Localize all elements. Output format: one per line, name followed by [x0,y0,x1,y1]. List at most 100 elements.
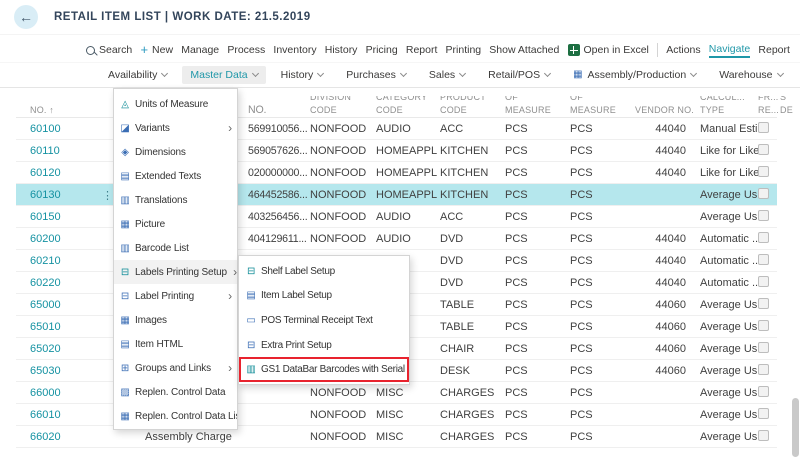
new-button[interactable]: + New [140,44,173,56]
item-no-link[interactable]: 66020 [30,431,61,443]
ribbon-menu-button[interactable]: Master Data [182,66,265,84]
row-checkbox[interactable] [758,342,769,353]
process-button[interactable]: Process [227,44,265,56]
item-no-link[interactable]: 65030 [30,365,61,377]
column-header-identifier-no[interactable]: NO. [248,96,310,117]
submenu-item-icon: ▤ [245,290,257,301]
show-attached-button[interactable]: Show Attached [489,44,559,56]
master-data-dropdown-menu: ◬ Units of Measure ◪ Variants › ◈ Dimens… [113,88,238,430]
row-checkbox[interactable] [758,188,769,199]
menu-item[interactable]: ▥ Barcode List [114,236,237,260]
row-checkbox[interactable] [758,166,769,177]
actions-button[interactable]: Actions [666,44,700,56]
row-handle-icon[interactable]: ⋮ [102,189,113,202]
menu-item-icon: ▤ [119,171,131,182]
row-checkbox[interactable] [758,232,769,243]
cell-identifier-no: 020000000... [248,167,310,179]
item-no-link[interactable]: 60130 [30,189,61,201]
item-no-link[interactable]: 60200 [30,233,61,245]
column-header-category-code[interactable]: CATEGORYCODE [376,96,440,117]
open-in-excel-button[interactable]: Open in Excel [568,44,649,56]
row-checkbox[interactable] [758,320,769,331]
item-no-link[interactable]: 60220 [30,277,61,289]
ribbon-menu-button[interactable]: Warehouse [711,66,790,84]
column-header-de[interactable]: SDE [780,96,800,117]
submenu-item[interactable]: ▤ Item Label Setup [239,284,409,309]
search-label: Search [99,44,132,56]
item-no-link[interactable]: 60210 [30,255,61,267]
item-no-link[interactable]: 60150 [30,211,61,223]
submenu-item-label: Extra Print Setup [261,340,403,351]
ribbon-menu-button[interactable]: Purchases [338,66,414,84]
column-header-division-code[interactable]: DIVISIONCODE [310,96,376,117]
cell-unit-of-measure-1: PCS [505,123,570,135]
column-header-unit-of-measure-2[interactable]: OFMEASURE [570,96,635,117]
item-no-link[interactable]: 65000 [30,299,61,311]
menu-item[interactable]: ⊟ Labels Printing Setup › [114,260,237,284]
submenu-item[interactable]: ▥ GS1 DataBar Barcodes with Serial Nos [239,357,409,382]
item-no-link[interactable]: 65020 [30,343,61,355]
item-no-link[interactable]: 66000 [30,387,61,399]
submenu-item[interactable]: ▭ POS Terminal Receipt Text [239,308,409,333]
row-checkbox[interactable] [758,210,769,221]
menu-item[interactable]: ◈ Dimensions [114,140,237,164]
printing-button[interactable]: Printing [446,44,482,56]
row-checkbox[interactable] [758,386,769,397]
submenu-item[interactable]: ⊟ Shelf Label Setup [239,259,409,284]
row-checkbox[interactable] [758,408,769,419]
pricing-button[interactable]: Pricing [366,44,398,56]
column-header-calculation-type[interactable]: CALCUL...TYPE [700,96,758,117]
menu-item[interactable]: ▤ Item HTML [114,332,237,356]
ribbon-menu-button[interactable]: Retail/POS [480,66,558,84]
menu-item[interactable]: ▨ Replen. Control Data [114,380,237,404]
back-button[interactable]: ← [14,5,38,29]
row-checkbox[interactable] [758,364,769,375]
history-button[interactable]: History [325,44,358,56]
menu-item[interactable]: ◪ Variants › [114,116,237,140]
ribbon-menu-button[interactable]: Availability [100,66,175,84]
cell-division-code: NONFOOD [310,123,376,135]
column-header-vendor-no[interactable]: VENDOR NO. [635,96,700,117]
search-button[interactable]: Search [86,44,132,56]
cell-vendor-no: 44060 [635,321,700,333]
menu-item[interactable]: ▦ Picture [114,212,237,236]
menu-item[interactable]: ▦ Replen. Control Data List [114,404,237,428]
column-header-fr[interactable]: FR...RE... [758,96,780,117]
item-no-link[interactable]: 60100 [30,123,61,135]
submenu-item[interactable]: ⊟ Extra Print Setup [239,333,409,358]
manage-button[interactable]: Manage [181,44,219,56]
row-checkbox[interactable] [758,144,769,155]
item-no-link[interactable]: 65010 [30,321,61,333]
column-header-product-code[interactable]: PRODUCTCODE [440,96,505,117]
navigate-tab[interactable]: Navigate [709,43,750,58]
item-no-link[interactable]: 66010 [30,409,61,421]
ribbon-menu-button[interactable]: History [273,66,332,84]
inventory-button[interactable]: Inventory [273,44,316,56]
row-checkbox[interactable] [758,276,769,287]
ribbon-menu-button[interactable]: Sales [421,66,473,84]
ribbon-menu-label: Warehouse [719,69,772,81]
vertical-scrollbar-thumb[interactable] [792,398,799,457]
row-checkbox[interactable] [758,254,769,265]
chevron-down-icon [161,70,168,77]
menu-item[interactable]: ⊟ Label Printing › [114,284,237,308]
column-header-unit-of-measure-1[interactable]: OFMEASURE [505,96,570,117]
row-checkbox[interactable] [758,430,769,441]
submenu-arrow-icon: › [226,361,232,375]
item-no-link[interactable]: 60110 [30,145,60,157]
menu-item[interactable]: ▦ Images [114,308,237,332]
menu-item[interactable]: ◬ Units of Measure [114,92,237,116]
row-checkbox[interactable] [758,298,769,309]
cell-category-code: MISC [376,431,440,443]
cell-product-code: CHAIR [440,343,505,355]
menu-item[interactable]: ▤ Extended Texts [114,164,237,188]
menu-item[interactable]: ⊞ Groups and Links › [114,356,237,380]
ribbon-menu-label: History [281,69,314,81]
item-no-link[interactable]: 60120 [30,167,61,179]
report-button[interactable]: Report [406,44,438,56]
report-tab[interactable]: Report [758,44,790,56]
cell-product-code: KITCHEN [440,189,505,201]
row-checkbox[interactable] [758,122,769,133]
ribbon-menu-button[interactable]: ▦ Assembly/Production [565,66,704,84]
menu-item[interactable]: ▥ Translations [114,188,237,212]
